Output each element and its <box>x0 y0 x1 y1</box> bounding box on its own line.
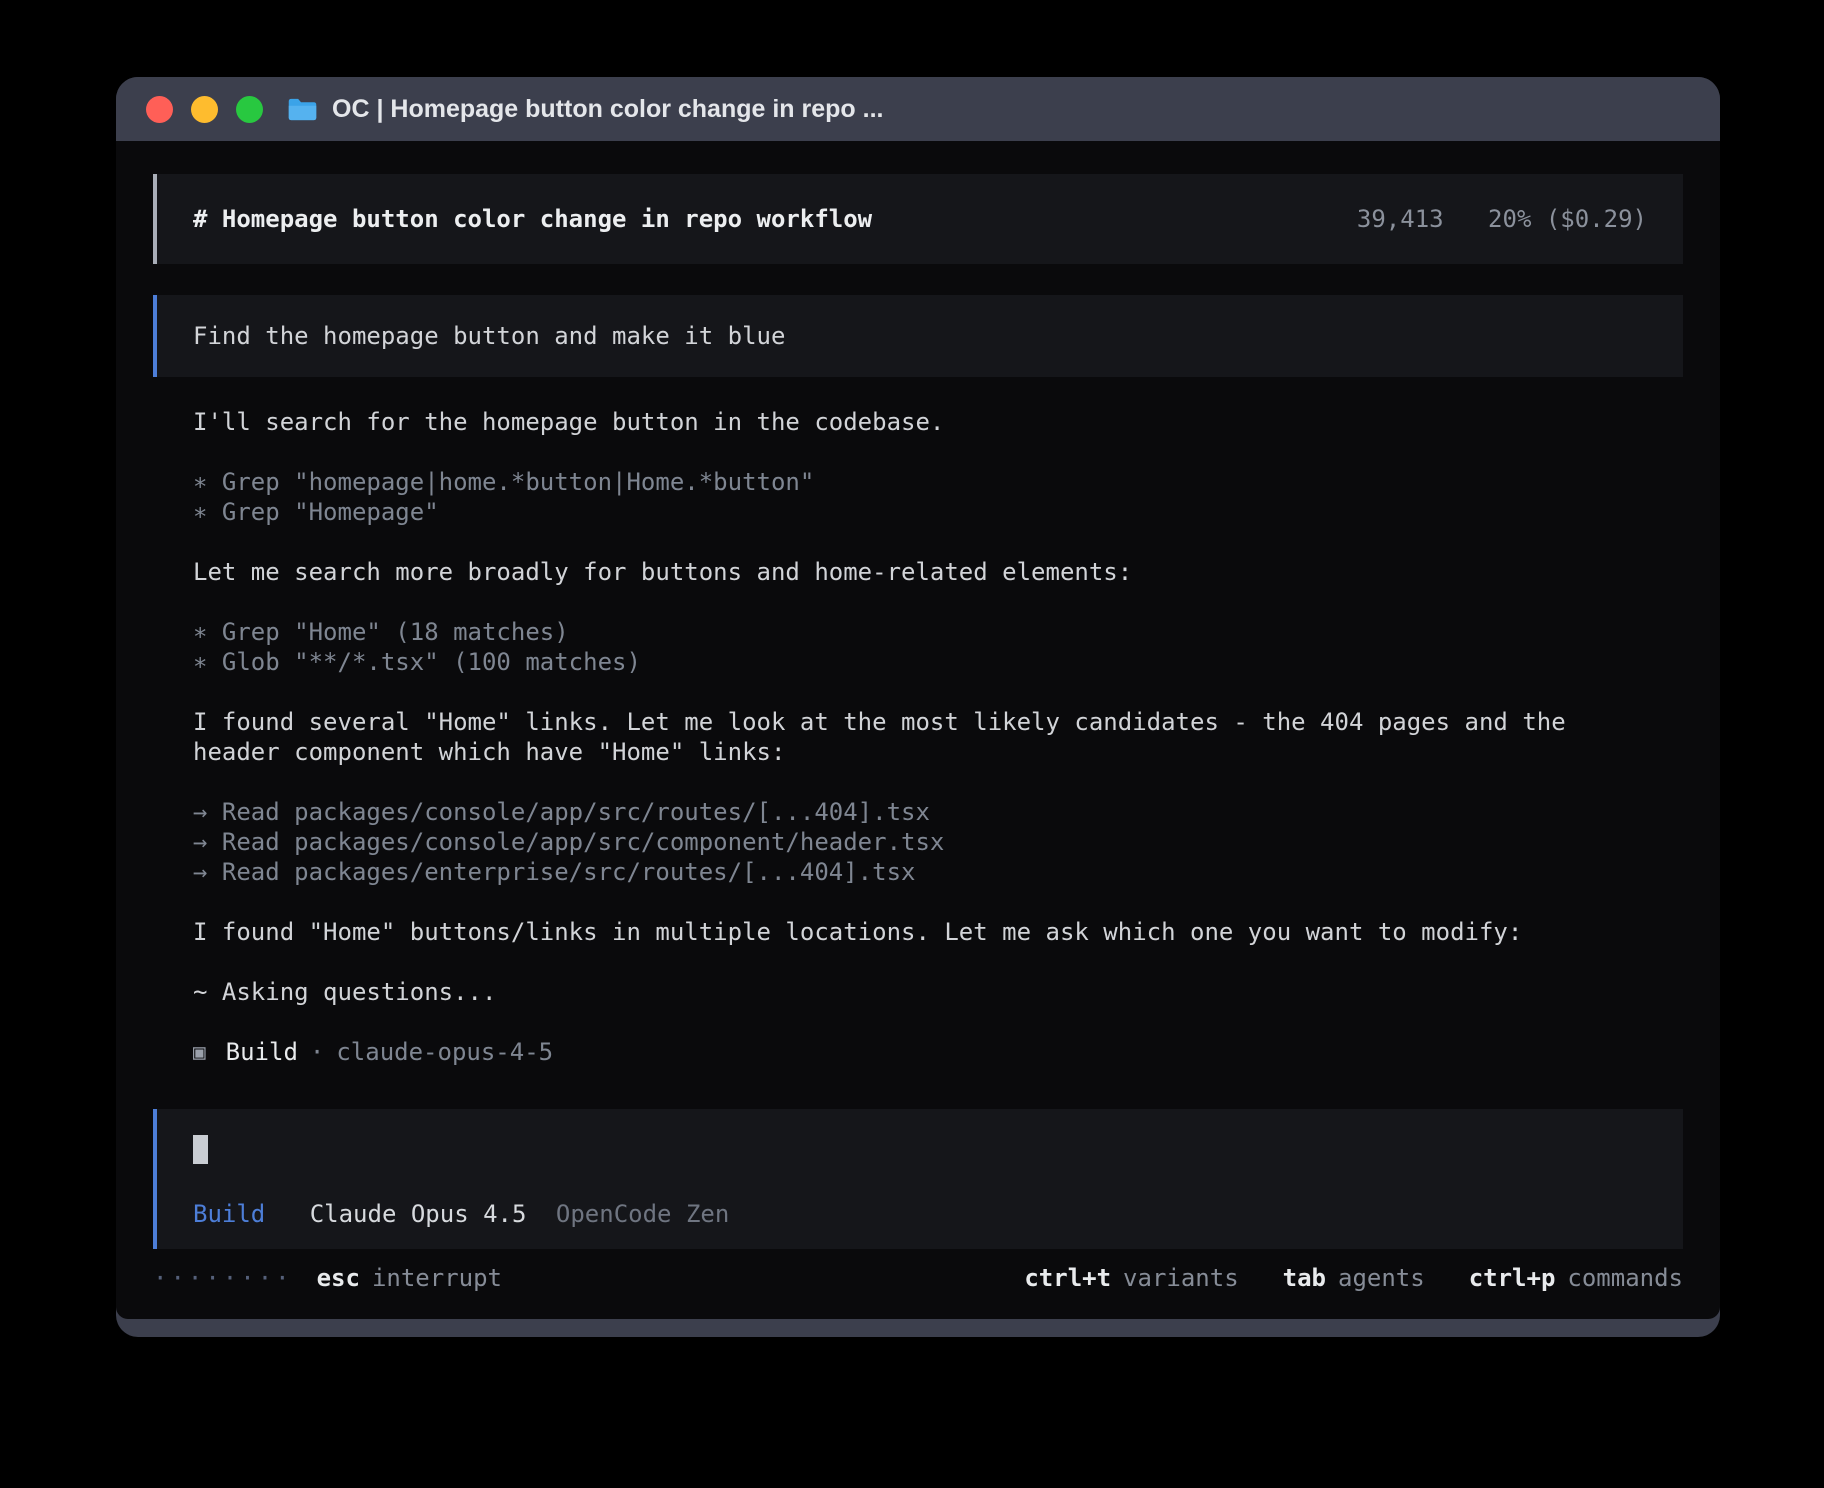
close-button[interactable] <box>146 96 173 123</box>
tool-call-grep: ∗ Grep "Home" (18 matches) <box>193 617 1593 647</box>
agent-mode-name: Build <box>226 1037 298 1067</box>
session-stats: 39,413 20% ($0.29) <box>1357 205 1647 233</box>
zoom-button[interactable] <box>236 96 263 123</box>
input-provider-label: OpenCode Zen <box>556 1200 729 1228</box>
prompt-input[interactable]: Build Claude Opus 4.5 OpenCode Zen <box>153 1109 1683 1249</box>
status-asking-questions: ~ Asking questions... <box>193 977 1593 1007</box>
traffic-lights <box>146 96 263 123</box>
progress-dots: ········ <box>153 1263 293 1293</box>
tool-call-grep: ∗ Grep "homepage|home.*button|Home.*butt… <box>193 467 1593 497</box>
input-meta: Build Claude Opus 4.5 OpenCode Zen <box>193 1199 1647 1229</box>
input-model-label: Claude Opus 4.5 <box>310 1200 527 1228</box>
agent-status-line: ▣ Build · claude-opus-4-5 <box>193 1037 1593 1067</box>
assistant-text: Let me search more broadly for buttons a… <box>193 557 1593 587</box>
context-usage-cost: 20% ($0.29) <box>1488 205 1647 233</box>
variants-label: variants <box>1123 1263 1239 1293</box>
dot-separator: · <box>310 1037 324 1067</box>
tab-key-hint: tab <box>1283 1263 1326 1293</box>
esc-key-hint: esc <box>317 1263 360 1293</box>
text-cursor <box>193 1135 208 1164</box>
hint-commands: ctrl+p commands <box>1469 1263 1683 1293</box>
agent-model-name: claude-opus-4-5 <box>336 1037 553 1067</box>
session-header: # Homepage button color change in repo w… <box>153 174 1683 264</box>
agents-label: agents <box>1338 1263 1425 1293</box>
ctrl-t-key-hint: ctrl+t <box>1024 1263 1111 1293</box>
folder-icon <box>287 97 318 122</box>
assistant-text: I found "Home" buttons/links in multiple… <box>193 917 1593 947</box>
hint-variants: ctrl+t variants <box>1024 1263 1238 1293</box>
assistant-text: I'll search for the homepage button in t… <box>193 407 1593 437</box>
status-bar: ········ esc interrupt ctrl+t variants t… <box>153 1263 1683 1293</box>
tool-call-read: → Read packages/console/app/src/routes/[… <box>193 797 1593 827</box>
agent-mode-icon: ▣ <box>193 1037 206 1067</box>
session-title: # Homepage button color change in repo w… <box>193 205 872 233</box>
terminal-window: OC | Homepage button color change in rep… <box>116 77 1720 1337</box>
interrupt-label: interrupt <box>372 1263 502 1293</box>
tool-call-glob: ∗ Glob "**/*.tsx" (100 matches) <box>193 647 1593 677</box>
ctrl-p-key-hint: ctrl+p <box>1469 1263 1556 1293</box>
hint-agents: tab agents <box>1283 1263 1425 1293</box>
tool-call-grep: ∗ Grep "Homepage" <box>193 497 1593 527</box>
status-bar-hints: ctrl+t variants tab agents ctrl+p comman… <box>1024 1263 1683 1293</box>
assistant-text: I found several "Home" links. Let me loo… <box>193 707 1593 767</box>
status-bar-left: ········ esc interrupt <box>153 1263 502 1293</box>
commands-label: commands <box>1567 1263 1683 1293</box>
terminal-content: # Homepage button color change in repo w… <box>116 141 1720 1319</box>
window-title: OC | Homepage button color change in rep… <box>332 95 883 124</box>
minimize-button[interactable] <box>191 96 218 123</box>
user-message-text: Find the homepage button and make it blu… <box>193 322 785 350</box>
tool-call-read: → Read packages/enterprise/src/routes/[.… <box>193 857 1593 887</box>
titlebar: OC | Homepage button color change in rep… <box>116 77 1720 141</box>
user-message: Find the homepage button and make it blu… <box>153 295 1683 377</box>
title-area: OC | Homepage button color change in rep… <box>287 95 883 124</box>
token-count: 39,413 <box>1357 205 1444 233</box>
tool-call-read: → Read packages/console/app/src/componen… <box>193 827 1593 857</box>
conversation: I'll search for the homepage button in t… <box>153 407 1683 1067</box>
input-mode-label: Build <box>193 1200 265 1228</box>
